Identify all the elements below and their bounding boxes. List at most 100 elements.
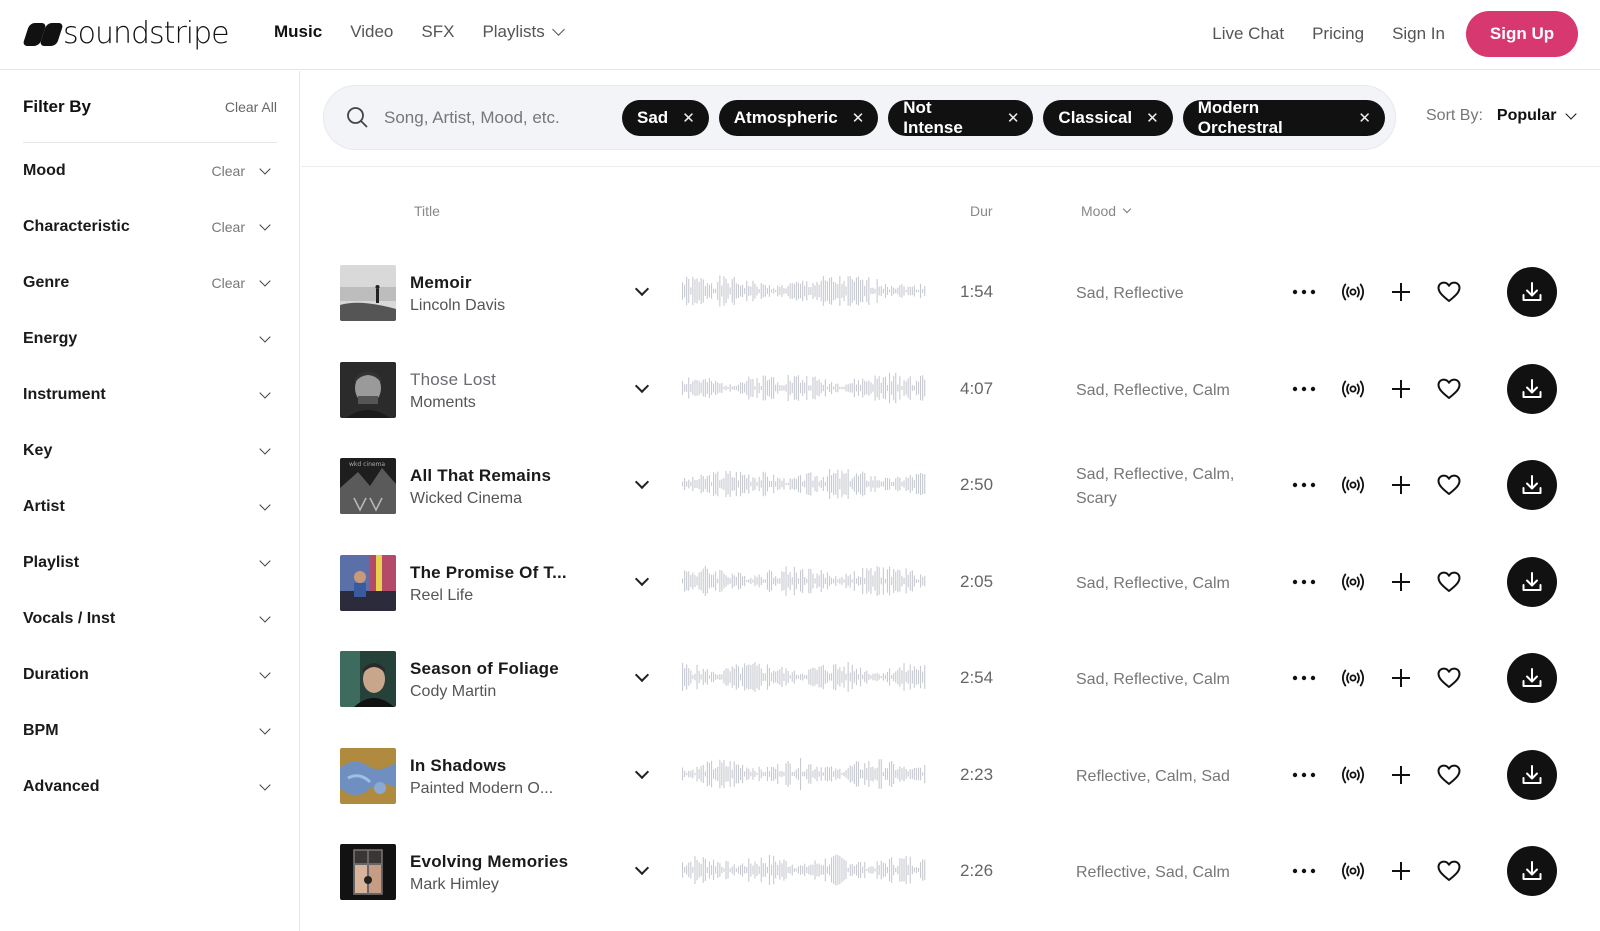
- sort-dropdown[interactable]: Sort By: Popular: [1426, 107, 1578, 125]
- filter-chip[interactable]: Not Intense ✕: [888, 98, 1034, 137]
- track-row[interactable]: Season of Foliage Cody Martin 2:54 Sad, Ref…: [301, 630, 1600, 726]
- column-header-duration[interactable]: Dur: [970, 203, 993, 219]
- clear-all-button[interactable]: Clear All: [225, 99, 277, 115]
- close-icon[interactable]: ✕: [1358, 109, 1371, 127]
- track-artist[interactable]: Mark Himley: [410, 876, 499, 894]
- download-button[interactable]: [1507, 653, 1557, 703]
- track-artwork[interactable]: [340, 844, 396, 900]
- filter-playlist[interactable]: Playlist: [23, 535, 273, 591]
- heart-icon[interactable]: [1432, 468, 1466, 502]
- live-chat-link[interactable]: Live Chat: [1212, 24, 1284, 44]
- track-title[interactable]: The Promise Of T...: [410, 563, 567, 583]
- filter-artist[interactable]: Artist: [23, 479, 273, 535]
- chevron-down-icon[interactable]: [634, 667, 650, 683]
- chevron-down-icon[interactable]: [634, 571, 650, 586]
- plus-icon[interactable]: [1384, 661, 1418, 695]
- track-row[interactable]: In Shadows Painted Modern O... 2:23 Reflect…: [301, 727, 1600, 823]
- track-title[interactable]: Memoir: [410, 273, 472, 293]
- filter-advanced[interactable]: Advanced: [23, 759, 273, 815]
- track-title[interactable]: Those Lost: [410, 370, 496, 390]
- sign-up-button[interactable]: Sign Up: [1466, 11, 1578, 57]
- track-artwork[interactable]: [340, 554, 396, 611]
- filter-mood[interactable]: Mood Clear: [23, 143, 273, 199]
- broadcast-icon[interactable]: [1336, 275, 1370, 309]
- more-icon[interactable]: [1287, 372, 1321, 406]
- filter-chip[interactable]: Classical ✕: [1043, 100, 1173, 136]
- nav-playlists[interactable]: Playlists: [482, 22, 565, 42]
- plus-icon[interactable]: [1384, 275, 1418, 309]
- filter-characteristic[interactable]: Characteristic Clear: [23, 199, 273, 255]
- more-icon[interactable]: [1287, 661, 1321, 695]
- filter-bpm[interactable]: BPM: [23, 703, 273, 759]
- soundstripe-logo[interactable]: soundstripe: [22, 17, 230, 51]
- broadcast-icon[interactable]: [1336, 468, 1370, 502]
- waveform[interactable]: [679, 756, 927, 792]
- more-icon[interactable]: [1287, 854, 1321, 888]
- track-row[interactable]: The Promise Of T... Reel Life 2:05 Sad, Ref…: [301, 534, 1600, 630]
- waveform[interactable]: [679, 852, 927, 888]
- filter-key[interactable]: Key: [23, 423, 273, 479]
- column-header-title[interactable]: Title: [414, 203, 440, 219]
- waveform[interactable]: [679, 370, 927, 406]
- more-icon[interactable]: [1287, 758, 1321, 792]
- filter-chip[interactable]: Atmospheric ✕: [718, 100, 879, 136]
- track-artwork[interactable]: wkd cinema: [340, 458, 396, 514]
- track-title[interactable]: Evolving Memories: [410, 852, 568, 872]
- nav-music[interactable]: Music: [274, 22, 322, 42]
- track-row[interactable]: Those Lost Moments 4:07 Sad, Reflective, Ca…: [301, 341, 1600, 437]
- waveform[interactable]: [679, 563, 927, 599]
- download-button[interactable]: [1507, 363, 1557, 414]
- more-icon[interactable]: [1287, 275, 1321, 309]
- filter-chip[interactable]: Sad ✕: [622, 100, 709, 136]
- chevron-down-icon[interactable]: [634, 378, 650, 393]
- download-button[interactable]: [1507, 749, 1557, 800]
- column-header-mood[interactable]: Mood: [1081, 203, 1132, 219]
- broadcast-icon[interactable]: [1336, 758, 1370, 792]
- filter-instrument[interactable]: Instrument: [23, 367, 273, 423]
- track-title[interactable]: Season of Foliage: [410, 659, 559, 679]
- track-title[interactable]: In Shadows: [410, 756, 506, 776]
- track-artist[interactable]: Reel Life: [410, 587, 473, 605]
- download-button[interactable]: [1507, 556, 1557, 607]
- track-artwork[interactable]: [340, 361, 396, 418]
- track-artwork[interactable]: [340, 265, 396, 321]
- close-icon[interactable]: ✕: [1007, 109, 1020, 127]
- filter-chip[interactable]: Modern Orchestral ✕: [1182, 98, 1385, 137]
- track-row[interactable]: Memoir Lincoln Davis 1:54 Sad, Reflective: [301, 244, 1600, 340]
- track-artist[interactable]: Painted Modern O...: [410, 780, 553, 798]
- filter-energy[interactable]: Energy: [23, 311, 273, 367]
- heart-icon[interactable]: [1432, 372, 1466, 406]
- track-row[interactable]: Evolving Memories Mark Himley 2:26 Reflecti…: [301, 823, 1600, 919]
- track-title[interactable]: All That Remains: [410, 466, 551, 486]
- chevron-down-icon[interactable]: [634, 474, 650, 490]
- sign-in-link[interactable]: Sign In: [1392, 24, 1445, 44]
- waveform[interactable]: [679, 466, 927, 502]
- track-artist[interactable]: Lincoln Davis: [410, 297, 505, 315]
- close-icon[interactable]: ✕: [682, 109, 695, 127]
- chevron-down-icon[interactable]: [634, 860, 650, 876]
- track-artist[interactable]: Cody Martin: [410, 683, 496, 701]
- download-button[interactable]: [1507, 267, 1557, 317]
- filter-duration[interactable]: Duration: [23, 647, 273, 703]
- plus-icon[interactable]: [1384, 372, 1418, 406]
- broadcast-icon[interactable]: [1336, 565, 1370, 599]
- download-button[interactable]: [1507, 846, 1557, 896]
- filter-vocals-inst[interactable]: Vocals / Inst: [23, 591, 273, 647]
- download-button[interactable]: [1507, 460, 1557, 510]
- plus-icon[interactable]: [1384, 758, 1418, 792]
- track-row[interactable]: wkd cinema All That Remains Wicked Cinema 2…: [301, 437, 1600, 533]
- plus-icon[interactable]: [1384, 854, 1418, 888]
- close-icon[interactable]: ✕: [852, 109, 865, 127]
- search-icon[interactable]: [346, 106, 368, 128]
- heart-icon[interactable]: [1432, 661, 1466, 695]
- nav-sfx[interactable]: SFX: [421, 22, 454, 42]
- waveform[interactable]: [679, 273, 927, 309]
- filter-clear-button[interactable]: Clear: [212, 219, 245, 235]
- pricing-link[interactable]: Pricing: [1312, 24, 1364, 44]
- heart-icon[interactable]: [1432, 758, 1466, 792]
- heart-icon[interactable]: [1432, 565, 1466, 599]
- plus-icon[interactable]: [1384, 565, 1418, 599]
- search-input[interactable]: [384, 104, 594, 132]
- chevron-down-icon[interactable]: [634, 281, 650, 297]
- track-artist[interactable]: Moments: [410, 394, 476, 412]
